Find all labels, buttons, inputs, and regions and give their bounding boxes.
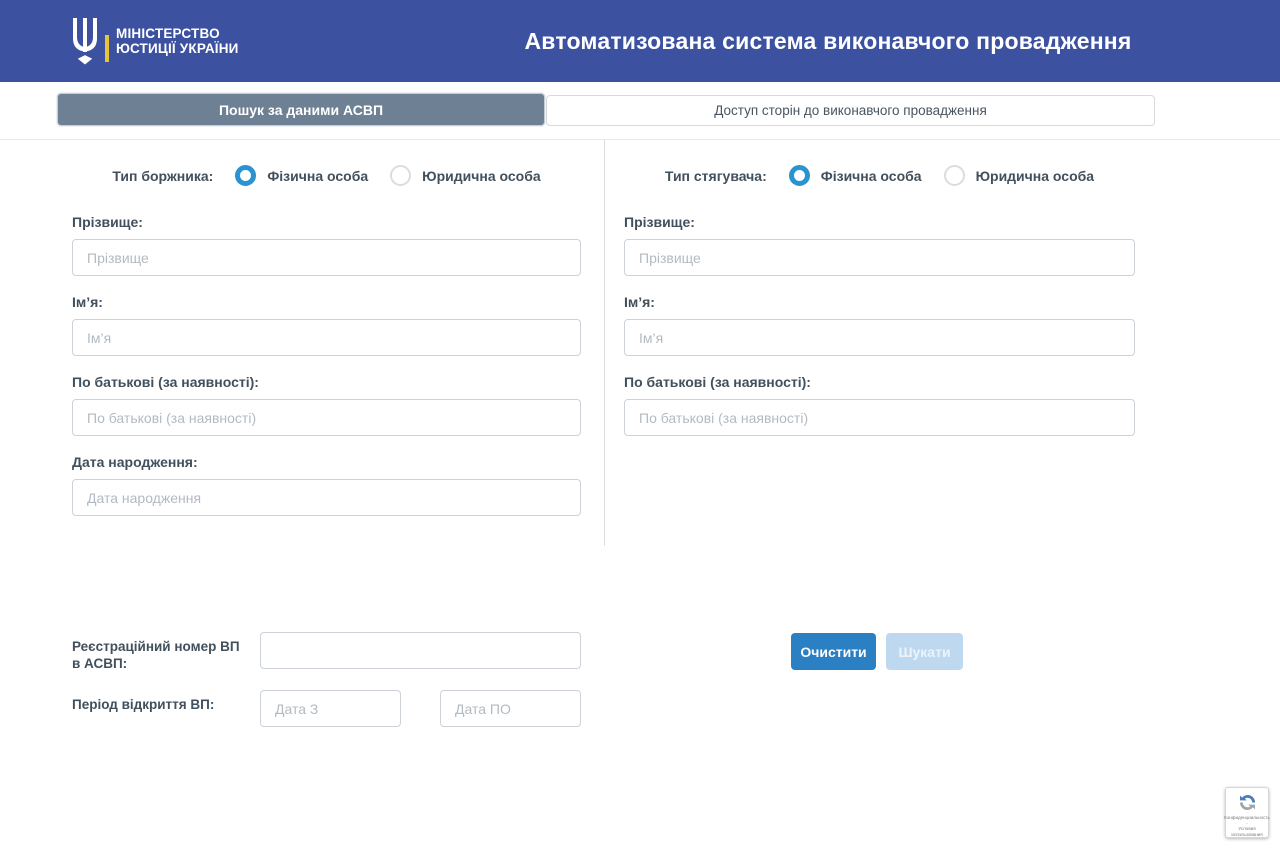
debtor-form: Тип боржника: Фізична особа Юридична осо… xyxy=(0,140,604,534)
bottom-section: Реєстраційний номер ВП в АСВП: Період ві… xyxy=(72,632,1280,727)
collector-legal-label: Юридична особа xyxy=(976,168,1095,184)
column-divider xyxy=(604,140,605,546)
debtor-surname-input[interactable] xyxy=(72,239,581,276)
debtor-birthdate-field: Дата народження: xyxy=(72,454,581,516)
recaptcha-icon xyxy=(1235,793,1260,812)
recaptcha-terms-link[interactable]: Условия использования xyxy=(1231,826,1262,837)
ministry-name-line1: МІНІСТЕРСТВО xyxy=(116,26,239,41)
radio-selected-icon[interactable] xyxy=(789,165,810,186)
debtor-name-input[interactable] xyxy=(72,319,581,356)
clear-button[interactable]: Очистити xyxy=(791,633,876,670)
period-to-input[interactable] xyxy=(440,690,581,727)
tab-search-asvp[interactable]: Пошук за даними АСВП xyxy=(57,93,545,126)
collector-individual-label: Фізична особа xyxy=(821,168,922,184)
debtor-name-label: Ім’я: xyxy=(72,294,581,310)
logo-yellow-bar xyxy=(105,35,109,62)
radio-unselected-icon[interactable] xyxy=(390,165,411,186)
tab-bar: Пошук за даними АСВП Доступ сторін до ви… xyxy=(57,93,1155,126)
action-buttons: Очистити Шукати xyxy=(791,633,963,670)
collector-patronymic-field: По батькові (за наявності): xyxy=(624,374,1135,436)
collector-patronymic-label: По батькові (за наявності): xyxy=(624,374,1135,390)
tab-parties-access[interactable]: Доступ сторін до виконавчого провадження xyxy=(546,95,1155,126)
collector-patronymic-input[interactable] xyxy=(624,399,1135,436)
reg-number-row: Реєстраційний номер ВП в АСВП: xyxy=(72,632,581,672)
collector-surname-field: Прізвище: xyxy=(624,214,1135,276)
search-form: Тип боржника: Фізична особа Юридична осо… xyxy=(0,140,1280,727)
debtor-birthdate-label: Дата народження: xyxy=(72,454,581,470)
collector-name-label: Ім’я: xyxy=(624,294,1135,310)
recaptcha-terms[interactable]: Конфиденциальность - Условия использован… xyxy=(1224,815,1270,837)
collector-legal-radio[interactable]: Юридична особа xyxy=(944,165,1095,186)
ministry-name-line2: ЮСТИЦІЇ УКРАЇНИ xyxy=(116,41,239,56)
debtor-surname-field: Прізвище: xyxy=(72,214,581,276)
debtor-individual-radio[interactable]: Фізична особа xyxy=(235,165,368,186)
reg-number-label: Реєстраційний номер ВП в АСВП: xyxy=(72,632,260,672)
recaptcha-privacy-link[interactable]: Конфиденциальность - xyxy=(1224,815,1270,826)
debtor-type-row: Тип боржника: Фізична особа Юридична осо… xyxy=(72,165,581,186)
collector-form: Тип стягувача: Фізична особа Юридична ос… xyxy=(604,140,1280,534)
radio-unselected-icon[interactable] xyxy=(944,165,965,186)
collector-type-row: Тип стягувача: Фізична особа Юридична ос… xyxy=(624,165,1135,186)
collector-type-label: Тип стягувача: xyxy=(665,168,767,184)
debtor-surname-label: Прізвище: xyxy=(72,214,581,230)
collector-name-input[interactable] xyxy=(624,319,1135,356)
ministry-logo: МІНІСТЕРСТВО ЮСТИЦІЇ УКРАЇНИ xyxy=(68,17,239,65)
debtor-patronymic-field: По батькові (за наявності): xyxy=(72,374,581,436)
search-button[interactable]: Шукати xyxy=(886,633,963,670)
reg-number-input[interactable] xyxy=(260,632,581,669)
debtor-legal-radio[interactable]: Юридична особа xyxy=(390,165,541,186)
debtor-patronymic-label: По батькові (за наявності): xyxy=(72,374,581,390)
collector-individual-radio[interactable]: Фізична особа xyxy=(789,165,922,186)
period-row: Період відкриття ВП: xyxy=(72,690,581,727)
collector-surname-label: Прізвище: xyxy=(624,214,1135,230)
app-header: МІНІСТЕРСТВО ЮСТИЦІЇ УКРАЇНИ Автоматизов… xyxy=(0,0,1280,82)
ministry-name: МІНІСТЕРСТВО ЮСТИЦІЇ УКРАЇНИ xyxy=(116,26,239,56)
collector-name-field: Ім’я: xyxy=(624,294,1135,356)
trident-icon xyxy=(68,17,102,65)
radio-selected-icon[interactable] xyxy=(235,165,256,186)
page-title: Автоматизована система виконавчого прова… xyxy=(520,28,1136,55)
debtor-patronymic-input[interactable] xyxy=(72,399,581,436)
debtor-legal-label: Юридична особа xyxy=(422,168,541,184)
period-label: Період відкриття ВП: xyxy=(72,690,260,713)
period-from-input[interactable] xyxy=(260,690,401,727)
debtor-name-field: Ім’я: xyxy=(72,294,581,356)
collector-surname-input[interactable] xyxy=(624,239,1135,276)
recaptcha-badge[interactable]: Конфиденциальность - Условия использован… xyxy=(1225,787,1269,838)
debtor-birthdate-input[interactable] xyxy=(72,479,581,516)
debtor-type-label: Тип боржника: xyxy=(112,168,213,184)
debtor-individual-label: Фізична особа xyxy=(267,168,368,184)
